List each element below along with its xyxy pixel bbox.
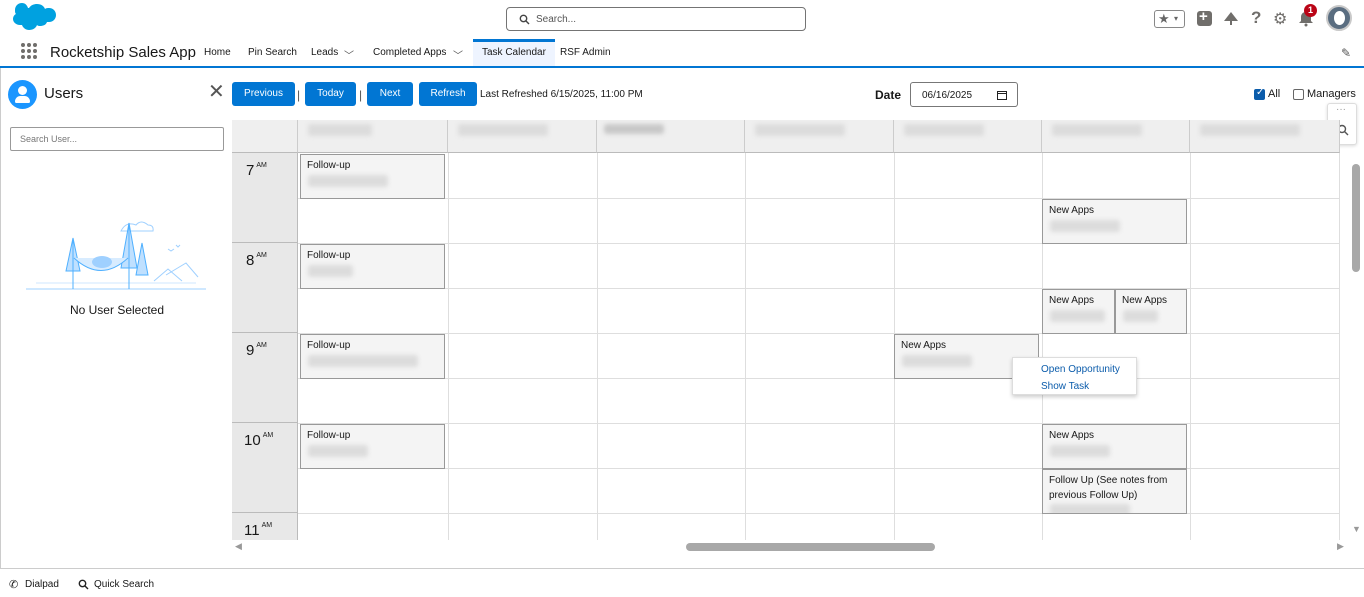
completed-apps-chevron-down-icon[interactable]: ﹀ xyxy=(453,47,463,62)
close-icon[interactable]: ✕ xyxy=(208,82,225,102)
show-task-menu-item[interactable]: Show Task xyxy=(1041,381,1089,392)
hour-label: 10 AM xyxy=(244,432,274,449)
calendar-column-header xyxy=(1190,120,1340,153)
toolbar-separator: | xyxy=(297,88,301,102)
calendar-column-header xyxy=(298,120,448,153)
global-create-plus-icon[interactable]: + xyxy=(1197,8,1212,26)
salesforce-logo[interactable] xyxy=(10,3,56,35)
calendar-event[interactable]: Follow Up (See notes from previous Follo… xyxy=(1042,469,1187,514)
event-title: Follow-up xyxy=(307,340,351,351)
hour-label: 7 AM xyxy=(246,162,267,179)
refresh-button[interactable]: Refresh xyxy=(419,82,477,106)
no-user-selected-text: No User Selected xyxy=(69,303,165,317)
event-title: New Apps xyxy=(1122,295,1168,306)
more-dots-icon[interactable]: ··· xyxy=(1336,104,1346,115)
toolbar-separator: | xyxy=(359,88,363,102)
nav-item-completed-apps[interactable]: Completed Apps xyxy=(373,47,446,58)
vertical-scroll-thumb[interactable] xyxy=(1352,164,1360,272)
search-placeholder: Search... xyxy=(536,14,577,25)
users-panel-title: Users xyxy=(44,85,84,102)
date-label: Date xyxy=(875,88,902,102)
notifications-bell-icon[interactable]: 1 xyxy=(1298,4,1317,27)
user-search-placeholder: Search User... xyxy=(20,134,78,144)
calendar-column-header xyxy=(597,120,745,153)
notification-count-badge: 1 xyxy=(1304,4,1317,17)
hour-slot: 10 AM xyxy=(232,423,298,513)
user-avatar[interactable] xyxy=(1326,5,1352,31)
setup-gear-icon[interactable]: ⚙ xyxy=(1273,9,1287,29)
app-navigation-bar: Rocketship Sales App Home Pin Search Lea… xyxy=(0,39,1364,68)
trailhead-icon[interactable] xyxy=(1223,11,1239,26)
app-name: Rocketship Sales App xyxy=(50,44,196,61)
calendar-event[interactable]: Follow-up xyxy=(300,424,445,469)
calendar-event[interactable]: Follow-up xyxy=(300,154,445,199)
search-icon xyxy=(78,579,89,590)
task-calendar-grid: 7 AM 8 AM 9 AM 10 AM 11 AM Follow-up Follow-u… xyxy=(232,120,1340,540)
managers-checkbox-label: Managers xyxy=(1307,88,1356,100)
search-icon xyxy=(519,14,530,25)
user-icon xyxy=(8,80,37,109)
calendar-event[interactable]: New Apps xyxy=(1115,289,1187,334)
hour-slot: 8 AM xyxy=(232,243,298,333)
hour-label: 8 AM xyxy=(246,252,267,269)
calendar-column-header xyxy=(1042,120,1190,153)
calendar-icon[interactable] xyxy=(997,90,1007,100)
quick-search-utility[interactable]: Quick Search xyxy=(94,579,154,590)
previous-button[interactable]: Previous xyxy=(232,82,295,106)
event-title: New Apps xyxy=(901,340,947,351)
app-launcher-waffle-icon[interactable] xyxy=(21,43,37,59)
event-title: New Apps xyxy=(1049,205,1095,216)
event-context-menu: Open Opportunity Show Task xyxy=(1012,357,1137,395)
nav-item-home[interactable]: Home xyxy=(204,47,231,58)
calendar-event[interactable]: Follow-up xyxy=(300,244,445,289)
calendar-column-header xyxy=(894,120,1042,153)
vertical-scrollbar[interactable]: ▼ xyxy=(1349,160,1364,538)
hour-slot: 7 AM xyxy=(232,153,298,243)
horizontal-scroll-thumb[interactable] xyxy=(686,543,935,551)
event-title: Follow-up xyxy=(307,250,351,261)
calendar-column-header xyxy=(448,120,597,153)
calendar-column-header xyxy=(745,120,894,153)
phone-icon: ✆ xyxy=(9,579,19,591)
next-button[interactable]: Next xyxy=(367,82,413,106)
all-checkbox-label: All xyxy=(1268,88,1281,100)
last-refreshed-text: Last Refreshed 6/15/2025, 11:00 PM xyxy=(480,89,643,100)
horizontal-scrollbar[interactable]: ◀ ▶ xyxy=(232,540,1350,553)
event-title: Follow-up xyxy=(307,430,351,441)
nav-item-task-calendar[interactable]: Task Calendar xyxy=(473,39,555,66)
hour-slot: 9 AM xyxy=(232,333,298,423)
event-title: Follow Up (See notes from previous Follo… xyxy=(1049,475,1168,501)
global-header: Search... ★ ▾ + ? ⚙ 1 xyxy=(0,0,1364,40)
user-search-input[interactable]: Search User... xyxy=(10,127,224,151)
date-input[interactable]: 06/16/2025 xyxy=(910,82,1018,107)
nav-item-rsf-admin[interactable]: RSF Admin xyxy=(560,47,611,58)
help-icon[interactable]: ? xyxy=(1251,8,1261,28)
global-search-input[interactable]: Search... xyxy=(506,7,806,31)
favorites-star-icon[interactable]: ★ ▾ xyxy=(1154,10,1185,28)
event-title: New Apps xyxy=(1049,295,1095,306)
edit-nav-pencil-icon[interactable]: ✎ xyxy=(1341,46,1351,60)
event-title: New Apps xyxy=(1049,430,1095,441)
users-panel: Users ✕ Search User... No User Selected xyxy=(0,68,232,568)
hour-label: 9 AM xyxy=(246,342,267,359)
all-checkbox[interactable]: ✓ xyxy=(1254,87,1265,100)
dialpad-utility[interactable]: Dialpad xyxy=(25,579,59,590)
hour-slot: 11 AM xyxy=(232,513,298,540)
calendar-event[interactable]: Follow-up xyxy=(300,334,445,379)
calendar-event[interactable]: New Apps xyxy=(1042,289,1115,334)
event-title: Follow-up xyxy=(307,160,351,171)
nav-item-leads[interactable]: Leads xyxy=(311,47,338,58)
leads-chevron-down-icon[interactable]: ﹀ xyxy=(344,47,354,62)
today-button[interactable]: Today xyxy=(305,82,356,106)
calendar-event[interactable]: New Apps xyxy=(1042,199,1187,244)
open-opportunity-menu-item[interactable]: Open Opportunity xyxy=(1041,364,1120,375)
date-value: 06/16/2025 xyxy=(922,90,973,101)
managers-checkbox[interactable] xyxy=(1293,89,1304,100)
utility-bar: ✆ Dialpad Quick Search xyxy=(0,568,1364,597)
calendar-header-corner xyxy=(232,120,298,153)
hour-label: 11 AM xyxy=(244,522,273,539)
calendar-event[interactable]: New Apps xyxy=(1042,424,1187,469)
nav-item-pin-search[interactable]: Pin Search xyxy=(248,47,297,58)
empty-state-hammock-illustration xyxy=(26,221,206,290)
